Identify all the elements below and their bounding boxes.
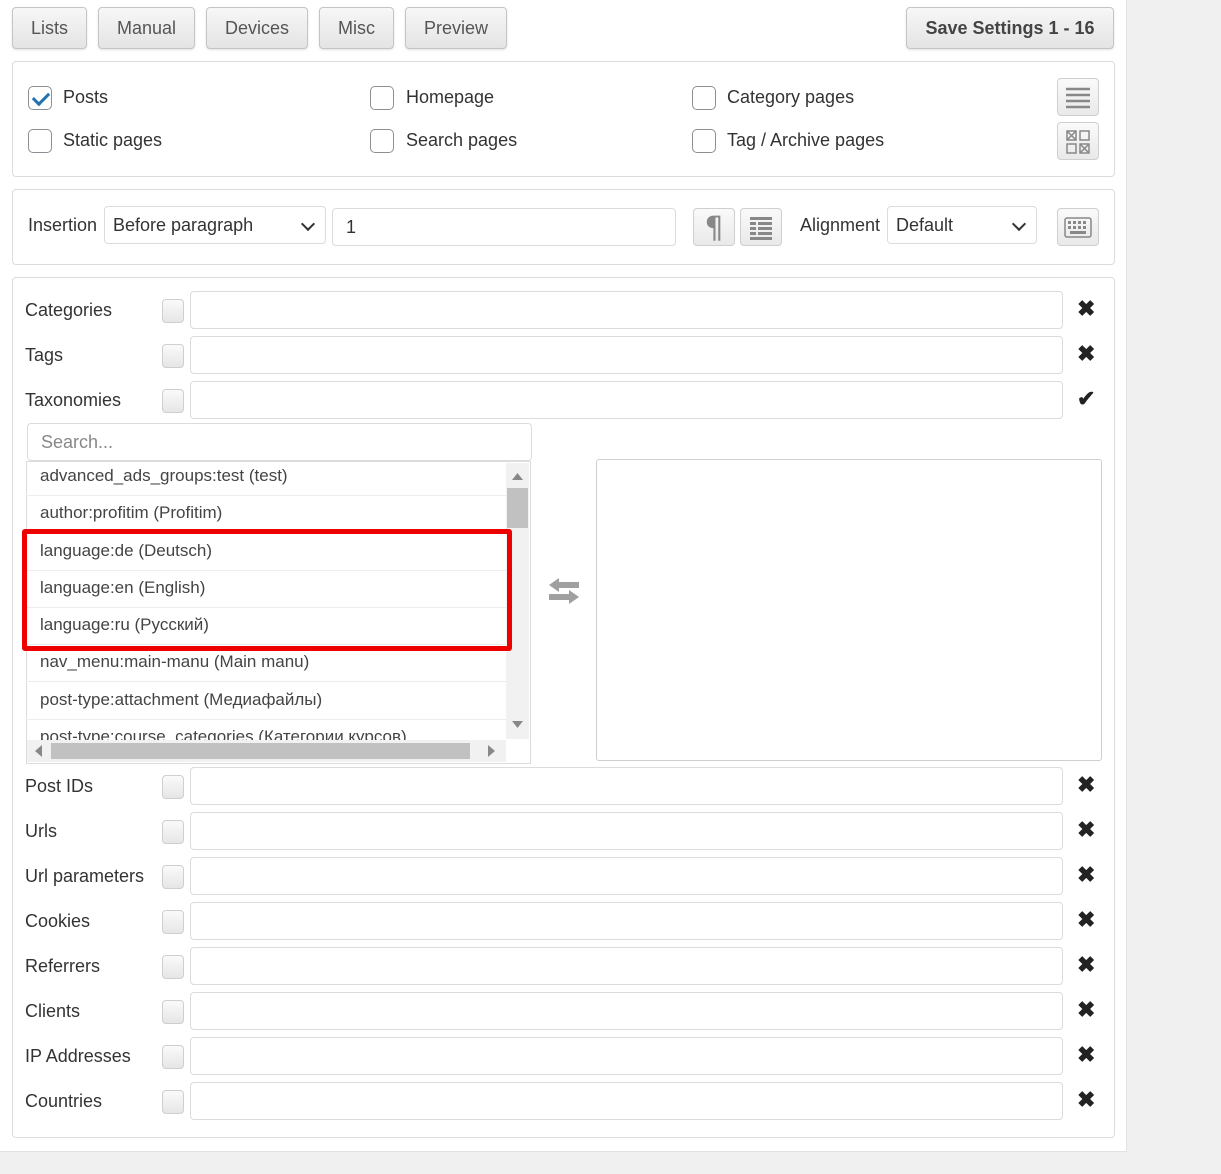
grid-toggle-icon	[1066, 130, 1090, 154]
x-icon[interactable]: ✖	[1077, 1044, 1095, 1066]
pilcrow-icon: ¶	[704, 211, 723, 246]
tab-manual[interactable]: Manual	[98, 7, 195, 49]
insertion-select-value: Before paragraph	[113, 215, 254, 235]
list-item[interactable]: advanced_ads_groups:test (test)	[26, 459, 506, 496]
chevron-down-icon	[300, 216, 316, 232]
horizontal-scrollbar[interactable]	[27, 740, 506, 762]
urls-label: Urls	[25, 821, 57, 841]
tags-input[interactable]	[190, 336, 1063, 374]
category-pages-label: Category pages	[727, 87, 855, 107]
cookies-toggle[interactable]	[162, 910, 184, 934]
x-icon[interactable]: ✖	[1077, 954, 1095, 976]
x-icon[interactable]: ✖	[1077, 1089, 1095, 1111]
search-pages-checkbox[interactable]	[370, 129, 394, 153]
taxonomies-label: Taxonomies	[25, 390, 122, 410]
taxonomies-toggle[interactable]	[162, 389, 184, 413]
post-ids-label: Post IDs	[25, 776, 94, 796]
list-item[interactable]: post-type:course_categories (Категории к…	[26, 720, 506, 740]
transfer-arrows-icon[interactable]	[545, 578, 583, 608]
insert-content-button[interactable]	[740, 208, 782, 246]
toggle-view-button[interactable]	[1057, 122, 1099, 160]
url-parameters-input[interactable]	[190, 857, 1063, 895]
insertion-label: Insertion	[28, 215, 98, 235]
tab-lists[interactable]: Lists	[12, 7, 87, 49]
posts-label: Posts	[63, 87, 109, 107]
tags-toggle[interactable]	[162, 344, 184, 368]
list-item[interactable]: author:profitim (Profitim)	[26, 496, 506, 533]
static-pages-checkbox[interactable]	[28, 129, 52, 153]
url-parameters-label: Url parameters	[25, 866, 145, 886]
tag-archive-pages-checkbox[interactable]	[692, 129, 716, 153]
tag-archive-pages-label: Tag / Archive pages	[727, 130, 885, 150]
post-ids-toggle[interactable]	[162, 775, 184, 799]
clients-toggle[interactable]	[162, 1000, 184, 1024]
categories-label: Categories	[25, 300, 113, 320]
countries-label: Countries	[25, 1091, 103, 1111]
urls-toggle[interactable]	[162, 820, 184, 844]
insertion-select[interactable]: Before paragraph	[104, 206, 326, 244]
posts-checkbox[interactable]	[28, 86, 52, 110]
page-types-box	[12, 61, 1115, 177]
scrollbar-arrows-icon	[35, 743, 495, 759]
list-icon	[1066, 87, 1090, 109]
referrers-input[interactable]	[190, 947, 1063, 985]
x-icon[interactable]: ✖	[1077, 298, 1095, 320]
chevron-down-icon	[1011, 216, 1027, 232]
categories-toggle[interactable]	[162, 299, 184, 323]
tab-preview[interactable]: Preview	[405, 7, 507, 49]
save-settings-button[interactable]: Save Settings 1 - 16	[906, 7, 1114, 49]
taxonomy-search-input[interactable]: Search...	[27, 423, 532, 461]
ip-addresses-toggle[interactable]	[162, 1045, 184, 1069]
keyboard-icon	[1064, 217, 1092, 238]
ip-addresses-label: IP Addresses	[25, 1046, 131, 1066]
list-view-button[interactable]	[1057, 78, 1099, 116]
clients-input[interactable]	[190, 992, 1063, 1030]
countries-toggle[interactable]	[162, 1090, 184, 1114]
homepage-checkbox[interactable]	[370, 86, 394, 110]
homepage-label: Homepage	[406, 87, 495, 107]
categories-input[interactable]	[190, 291, 1063, 329]
x-icon[interactable]: ✖	[1077, 999, 1095, 1021]
referrers-toggle[interactable]	[162, 955, 184, 979]
referrers-label: Referrers	[25, 956, 101, 976]
tags-label: Tags	[25, 345, 64, 365]
countries-input[interactable]	[190, 1082, 1063, 1120]
urls-input[interactable]	[190, 812, 1063, 850]
url-parameters-toggle[interactable]	[162, 865, 184, 889]
list-item[interactable]: post-type:attachment (Медиафайлы)	[26, 683, 506, 720]
cookies-input[interactable]	[190, 902, 1063, 940]
text-block-icon	[750, 217, 772, 240]
x-icon[interactable]: ✖	[1077, 343, 1095, 365]
clients-label: Clients	[25, 1001, 81, 1021]
tab-devices[interactable]: Devices	[206, 7, 308, 49]
cookies-label: Cookies	[25, 911, 91, 931]
alignment-select[interactable]: Default	[887, 206, 1037, 244]
x-icon[interactable]: ✖	[1077, 774, 1095, 796]
keyboard-button[interactable]	[1057, 208, 1099, 246]
alignment-select-value: Default	[896, 215, 954, 235]
paragraph-number-input[interactable]: 1	[332, 208, 676, 246]
selected-taxonomies-list[interactable]	[596, 459, 1102, 761]
search-pages-label: Search pages	[406, 130, 518, 150]
taxonomies-input[interactable]	[190, 381, 1063, 419]
x-icon[interactable]: ✖	[1077, 819, 1095, 841]
static-pages-label: Static pages	[63, 130, 163, 150]
category-pages-checkbox[interactable]	[692, 86, 716, 110]
svg-text:¶: ¶	[704, 211, 723, 245]
paragraph-button[interactable]: ¶	[693, 208, 735, 246]
tab-misc[interactable]: Misc	[319, 7, 394, 49]
x-icon[interactable]: ✖	[1077, 909, 1095, 931]
highlight-box	[22, 529, 512, 651]
post-ids-input[interactable]	[190, 767, 1063, 805]
ip-addresses-input[interactable]	[190, 1037, 1063, 1075]
check-icon[interactable]: ✔	[1077, 388, 1095, 410]
alignment-label: Alignment	[800, 215, 881, 235]
x-icon[interactable]: ✖	[1077, 864, 1095, 886]
